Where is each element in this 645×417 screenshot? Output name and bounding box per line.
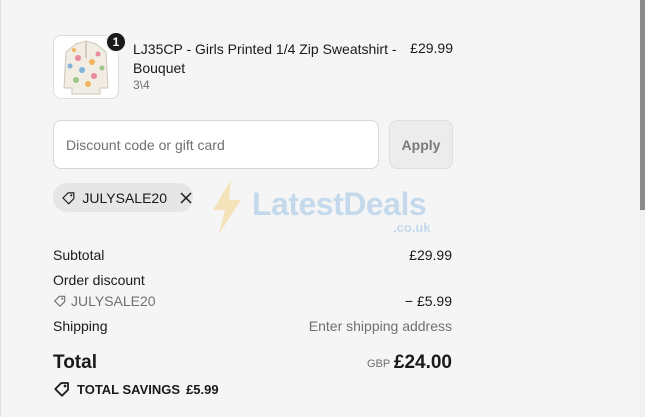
currency-code: GBP <box>367 358 391 370</box>
subtotal-label: Subtotal <box>53 247 105 263</box>
total-value: £24.00 <box>393 352 452 373</box>
savings-label: TOTAL SAVINGS <box>77 381 181 397</box>
total-savings: TOTAL SAVINGS £5.99 <box>53 380 219 398</box>
tag-icon <box>54 295 66 307</box>
applied-code-label: JULYSALE20 <box>82 189 167 206</box>
watermark-subtext: .co.uk <box>393 220 431 235</box>
remove-code-icon[interactable] <box>179 191 193 205</box>
quantity-badge: 1 <box>105 31 127 53</box>
product-name: LJ35CP - Girls Printed 1/4 Zip Sweatshir… <box>133 41 397 76</box>
watermark-logo: LatestDeals .co.uk <box>207 178 447 238</box>
apply-button[interactable]: Apply <box>389 120 453 169</box>
product-thumbnail: 1 <box>53 31 127 99</box>
discount-value: − £5.99 <box>404 293 452 309</box>
order-discount-label: Order discount <box>53 272 145 288</box>
discount-code-input[interactable] <box>53 120 379 169</box>
shipping-value: Enter shipping address <box>308 318 452 334</box>
lightning-bolt-icon <box>213 180 241 234</box>
discount-code-row: JULYSALE20 <box>53 293 156 309</box>
subtotal-value: £29.99 <box>409 247 452 263</box>
total-label: Total <box>53 352 97 373</box>
product-price: £29.99 <box>410 40 453 56</box>
watermark-text: LatestDeals <box>252 186 427 222</box>
product-variant: 3\4 <box>133 78 150 92</box>
order-summary-panel: 1 LJ35CP - Girls Printed 1/4 Zip Sweatsh… <box>0 0 645 417</box>
applied-discount-chip: JULYSALE20 <box>53 183 193 212</box>
tag-icon <box>62 191 75 204</box>
discount-code-text: JULYSALE20 <box>71 293 156 309</box>
shipping-label: Shipping <box>53 318 108 334</box>
scrollbar-thumb[interactable] <box>640 0 645 210</box>
savings-value: £5.99 <box>186 381 219 397</box>
tag-icon <box>54 382 69 397</box>
